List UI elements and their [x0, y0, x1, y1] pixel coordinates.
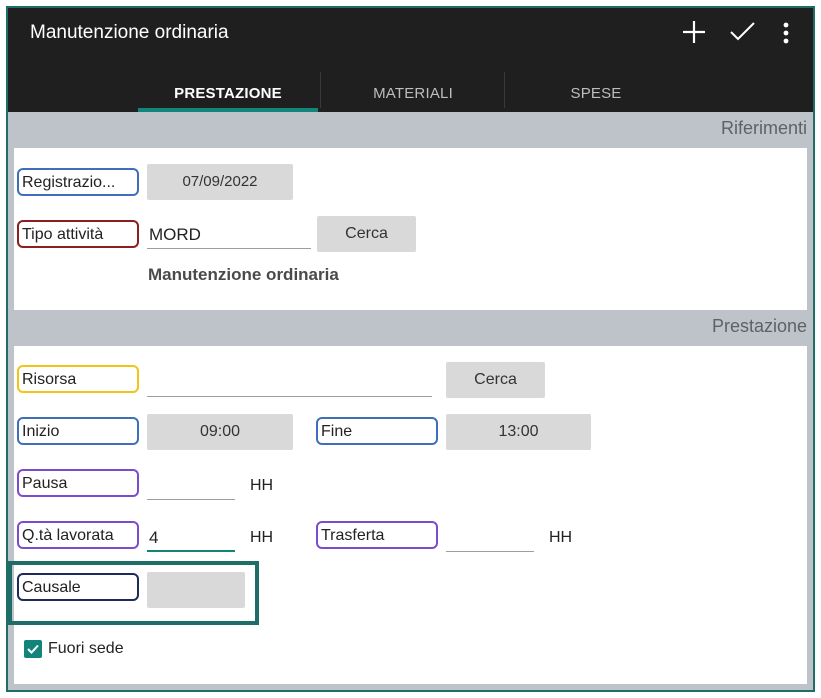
- pausa-label[interactable]: Pausa: [17, 469, 139, 497]
- causale-label[interactable]: Causale: [17, 573, 139, 601]
- causale-field[interactable]: [147, 572, 245, 608]
- tipo-attivita-description: Manutenzione ordinaria: [148, 265, 339, 284]
- inizio-label[interactable]: Inizio: [17, 417, 139, 445]
- tipo-cerca-button[interactable]: Cerca: [317, 216, 416, 252]
- tab-divider: [504, 72, 505, 108]
- tab-spese[interactable]: SPESE: [506, 76, 686, 112]
- check-mark-icon: [27, 644, 39, 654]
- tipo-attivita-input[interactable]: MORD: [147, 221, 311, 249]
- tab-materiali[interactable]: MATERIALI: [323, 76, 503, 112]
- right-edge-bar: [807, 112, 813, 690]
- tab-prestazione[interactable]: PRESTAZIONE: [138, 76, 318, 112]
- section-header-prestazione: Prestazione: [8, 310, 813, 346]
- section-title: Riferimenti: [720, 118, 807, 138]
- pausa-unit: HH: [250, 477, 274, 494]
- section-header-riferimenti: Riferimenti: [8, 112, 813, 148]
- registrazione-date-field[interactable]: 07/09/2022: [147, 164, 293, 200]
- qta-unit: HH: [250, 529, 274, 546]
- pausa-input[interactable]: [147, 472, 235, 500]
- tipo-attivita-label[interactable]: Tipo attività: [17, 220, 139, 248]
- registrazione-label[interactable]: Registrazio...: [17, 168, 139, 196]
- app-frame: Manutenzione ordinaria PRESTAZIONE MATER…: [6, 6, 815, 692]
- check-icon[interactable]: [727, 18, 757, 46]
- section-title: Prestazione: [711, 316, 807, 336]
- tab-divider: [320, 72, 321, 108]
- more-vert-icon[interactable]: [778, 20, 794, 46]
- bottom-edge-bar: [8, 684, 813, 690]
- risorsa-cerca-button[interactable]: Cerca: [446, 362, 545, 398]
- app-bar: Manutenzione ordinaria PRESTAZIONE MATER…: [8, 8, 813, 112]
- fine-label[interactable]: Fine: [316, 417, 438, 445]
- inizio-time-field[interactable]: 09:00: [147, 414, 293, 450]
- qta-lavorata-input[interactable]: 4: [147, 524, 235, 552]
- fine-time-field[interactable]: 13:00: [446, 414, 591, 450]
- app-title: Manutenzione ordinaria: [30, 22, 229, 43]
- risorsa-input[interactable]: [147, 369, 432, 397]
- trasferta-input[interactable]: [446, 524, 534, 552]
- fuori-sede-label[interactable]: Fuori sede: [48, 640, 124, 658]
- trasferta-unit: HH: [549, 529, 573, 546]
- risorsa-label[interactable]: Risorsa: [17, 365, 139, 393]
- qta-lavorata-label[interactable]: Q.tà lavorata: [17, 521, 139, 549]
- trasferta-label[interactable]: Trasferta: [316, 521, 438, 549]
- fuori-sede-checkbox[interactable]: [24, 640, 42, 658]
- add-icon[interactable]: [680, 18, 708, 46]
